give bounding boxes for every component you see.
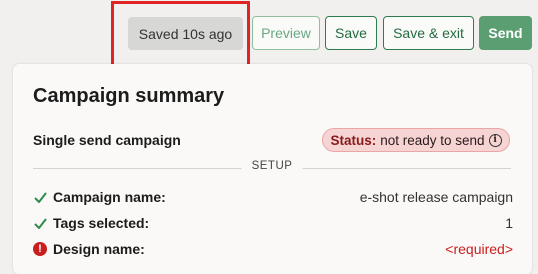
section-label: SETUP [241, 160, 303, 172]
row-label: Design name: [53, 241, 145, 257]
summary-row-campaign-name: Campaign name: e-shot release campaign [33, 189, 513, 209]
status-badge: Status: not ready to send i [322, 128, 510, 152]
summary-row-design-name: ! Design name: <required> [33, 241, 513, 261]
row-label: Campaign name: [53, 189, 166, 205]
card-title: Campaign summary [33, 85, 225, 107]
row-value: e-shot release campaign [359, 189, 513, 205]
check-icon [33, 215, 47, 231]
save-button[interactable]: Save [325, 16, 377, 50]
row-value: 1 [505, 215, 513, 231]
preview-button[interactable]: Preview [252, 16, 320, 50]
highlight-box [111, 1, 250, 67]
section-divider: SETUP [33, 160, 511, 176]
campaign-type: Single send campaign [33, 132, 181, 148]
save-and-exit-button[interactable]: Save & exit [383, 16, 474, 50]
status-value: not ready to send [380, 132, 485, 148]
error-icon: ! [33, 242, 47, 256]
send-button[interactable]: Send [479, 16, 532, 50]
row-label: Tags selected: [53, 215, 150, 231]
summary-row-tags: Tags selected: 1 [33, 215, 513, 235]
info-icon[interactable]: i [488, 133, 502, 147]
required-link[interactable]: <required> [445, 241, 513, 257]
check-icon [33, 189, 47, 205]
toolbar: Saved 10s ago Preview Save Save & exit S… [0, 0, 538, 67]
campaign-summary-card: Campaign summary Single send campaign St… [13, 64, 532, 274]
warning-icon-wrapper: ! [33, 241, 47, 257]
status-label: Status: [330, 132, 377, 148]
